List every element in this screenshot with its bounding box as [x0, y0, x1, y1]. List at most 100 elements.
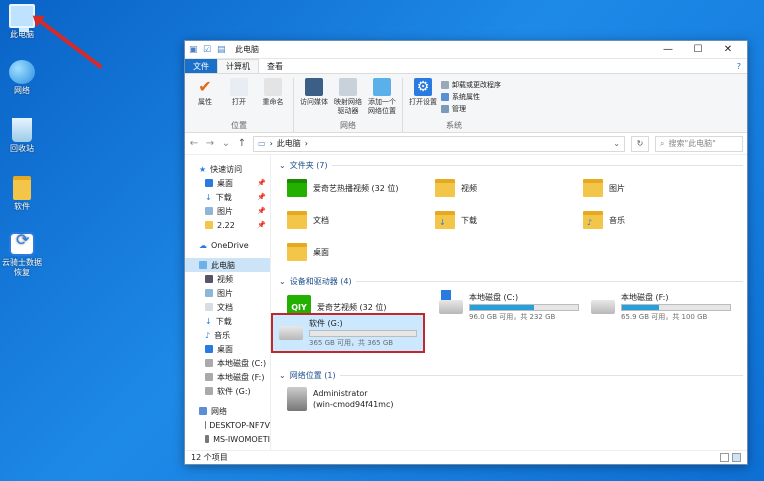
nav-label: 桌面	[217, 178, 233, 188]
pin-icon[interactable]: 📌	[257, 221, 266, 229]
section-header-folders[interactable]: ⌄ 文件夹 (7)	[279, 158, 747, 172]
nav-item-downloads[interactable]: ↓ 下载 📌	[185, 190, 270, 204]
group-label: 位置	[231, 121, 247, 130]
nav-item-drive-f[interactable]: 本地磁盘 (F:)	[185, 370, 270, 384]
section-header-devices[interactable]: ⌄ 设备和驱动器 (4)	[279, 274, 747, 288]
folder-downloads[interactable]: ↓ 下载	[427, 204, 575, 236]
nav-onedrive[interactable]: ☁ OneDrive	[185, 238, 270, 252]
system-properties-button[interactable]: 系统属性	[441, 92, 501, 102]
nav-item-folder-222[interactable]: 2.22 📌	[185, 218, 270, 232]
nav-item-drive-c[interactable]: 本地磁盘 (C:)	[185, 356, 270, 370]
uninstall-program-button[interactable]: 卸载或更改程序	[441, 80, 501, 90]
minimize-button[interactable]: —	[653, 44, 683, 55]
recycle-bin-icon	[12, 118, 32, 142]
drive-icon	[591, 300, 615, 314]
back-icon[interactable]: ←	[189, 138, 199, 149]
nav-this-pc[interactable]: 此电脑	[185, 258, 270, 272]
map-drive-icon	[339, 78, 357, 96]
nav-item-network-pc[interactable]: MS-IWOMOETI	[185, 432, 270, 446]
folder-label: 音乐	[609, 215, 625, 225]
nav-label: 此电脑	[211, 260, 235, 270]
breadcrumb-this-pc[interactable]: 此电脑	[277, 138, 301, 149]
tab-file[interactable]: 文件	[185, 59, 217, 73]
pictures-folder-icon	[583, 179, 603, 197]
nav-item-videos[interactable]: 视频	[185, 272, 270, 286]
pin-icon[interactable]: 📌	[257, 193, 266, 201]
address-dropdown-icon[interactable]: ⌄	[613, 139, 620, 148]
videos-folder-icon	[435, 179, 455, 197]
folder-desktop[interactable]: 桌面	[279, 236, 427, 268]
drive-f[interactable]: 本地磁盘 (F:) 65.9 GB 可用，共 100 GB	[583, 288, 731, 326]
close-button[interactable]: ✕	[713, 44, 743, 55]
nav-item-desktop[interactable]: 桌面 📌	[185, 176, 270, 190]
map-drive-button[interactable]: 映射网络驱动器	[332, 78, 364, 120]
nav-item-downloads[interactable]: ↓ 下载	[185, 314, 270, 328]
nav-item-documents[interactable]: 文档	[185, 300, 270, 314]
nav-label: 图片	[217, 288, 233, 298]
desktop-icon-software-folder[interactable]: 软件	[0, 176, 44, 212]
address-bar-row: ← → ⌄ ↑ ▭ › 此电脑 › ⌄ ↻ ⌕ 搜索"此电脑"	[185, 133, 747, 155]
nav-label: 软件 (G:)	[217, 386, 251, 396]
open-settings-button[interactable]: ⚙ 打开设置	[407, 78, 439, 120]
properties-icon[interactable]: ☑	[203, 45, 213, 55]
access-media-button[interactable]: 访问媒体	[298, 78, 330, 120]
navigation-pane: ★ 快速访问 桌面 📌 ↓ 下载 📌 图片 📌 2.22 📌 ☁ OneDrive 此电脑 视…	[185, 154, 271, 450]
pin-icon[interactable]: 📌	[257, 179, 266, 187]
tab-computer[interactable]: 计算机	[217, 59, 259, 73]
rename-button[interactable]: 重命名	[257, 78, 289, 120]
chevron-down-icon: ⌄	[279, 276, 286, 286]
chevron-down-icon[interactable]: ⌄	[221, 138, 231, 149]
tab-view[interactable]: 查看	[259, 59, 291, 73]
large-icons-view-icon[interactable]	[732, 453, 741, 462]
chevron-down-icon: ⌄	[279, 370, 286, 380]
add-network-location-button[interactable]: 添加一个网络位置	[366, 78, 398, 120]
details-view-icon[interactable]	[720, 453, 729, 462]
nav-item-drive-g[interactable]: 软件 (G:)	[185, 384, 270, 398]
desktop-icon	[205, 179, 213, 187]
chevron-down-icon: ⌄	[279, 160, 286, 170]
folder-label: 视频	[461, 183, 477, 193]
nav-item-pictures[interactable]: 图片	[185, 286, 270, 300]
pin-icon[interactable]: 📌	[257, 207, 266, 215]
open-button[interactable]: 打开	[223, 78, 255, 120]
network-location-administrator[interactable]: Administrator (win-cmod94f41mc)	[279, 382, 427, 416]
download-icon: ↓	[205, 316, 212, 326]
desktop-icon-recovery-app[interactable]: 云骑士数据恢复	[0, 232, 44, 278]
drive-c[interactable]: 本地磁盘 (C:) 96.0 GB 可用，共 232 GB	[431, 288, 579, 326]
nav-item-network-pc[interactable]: DESKTOP-NF7V	[185, 418, 270, 432]
help-icon[interactable]: ?	[737, 59, 747, 73]
manage-button[interactable]: 管理	[441, 104, 501, 114]
folder-documents[interactable]: 文档	[279, 204, 427, 236]
address-field[interactable]: ▭ › 此电脑 › ⌄	[253, 135, 625, 152]
section-header-network-locations[interactable]: ⌄ 网络位置 (1)	[279, 368, 747, 382]
network-computer-icon	[287, 387, 307, 411]
folder-iqiyi[interactable]: 爱奇艺热播视频 (32 位)	[279, 172, 427, 204]
button-label: 打开	[232, 98, 246, 106]
new-folder-icon[interactable]: ▤	[217, 45, 227, 55]
ribbon-tabs: 文件 计算机 查看 ?	[185, 59, 747, 73]
quick-access-toolbar-icon[interactable]: ▣	[189, 45, 199, 55]
folder-label: 文档	[313, 215, 329, 225]
folder-pictures[interactable]: 图片	[575, 172, 723, 204]
content-pane: ⌄ 文件夹 (7) 爱奇艺热播视频 (32 位) 视频 图片 文档 ↓ 下载 ♪ 音乐…	[271, 154, 747, 450]
properties-button[interactable]: ✔ 属性	[189, 78, 221, 120]
desktop-icon-recycle-bin[interactable]: 回收站	[0, 118, 44, 154]
nav-label: 下载	[215, 316, 232, 326]
drive-g-selected[interactable]: 软件 (G:) 365 GB 可用，共 365 GB	[271, 313, 425, 353]
folder-videos[interactable]: 视频	[427, 172, 575, 204]
nav-quick-access[interactable]: ★ 快速访问	[185, 162, 270, 176]
nav-item-pictures[interactable]: 图片 📌	[185, 204, 270, 218]
up-icon[interactable]: ↑	[237, 138, 247, 149]
nav-network[interactable]: 网络	[185, 404, 270, 418]
forward-icon[interactable]: →	[205, 138, 215, 149]
desktop-icon-network[interactable]: 网络	[0, 60, 44, 96]
refresh-button[interactable]: ↻	[631, 135, 649, 152]
maximize-button[interactable]: ☐	[683, 44, 713, 55]
nav-item-music[interactable]: ♪ 音乐	[185, 328, 270, 342]
button-label: 访问媒体	[300, 98, 328, 106]
search-input[interactable]: ⌕ 搜索"此电脑"	[655, 135, 743, 152]
nav-item-desktop[interactable]: 桌面	[185, 342, 270, 356]
nav-label: 下载	[215, 192, 232, 202]
folder-music[interactable]: ♪ 音乐	[575, 204, 723, 236]
search-icon: ⌕	[660, 138, 665, 148]
